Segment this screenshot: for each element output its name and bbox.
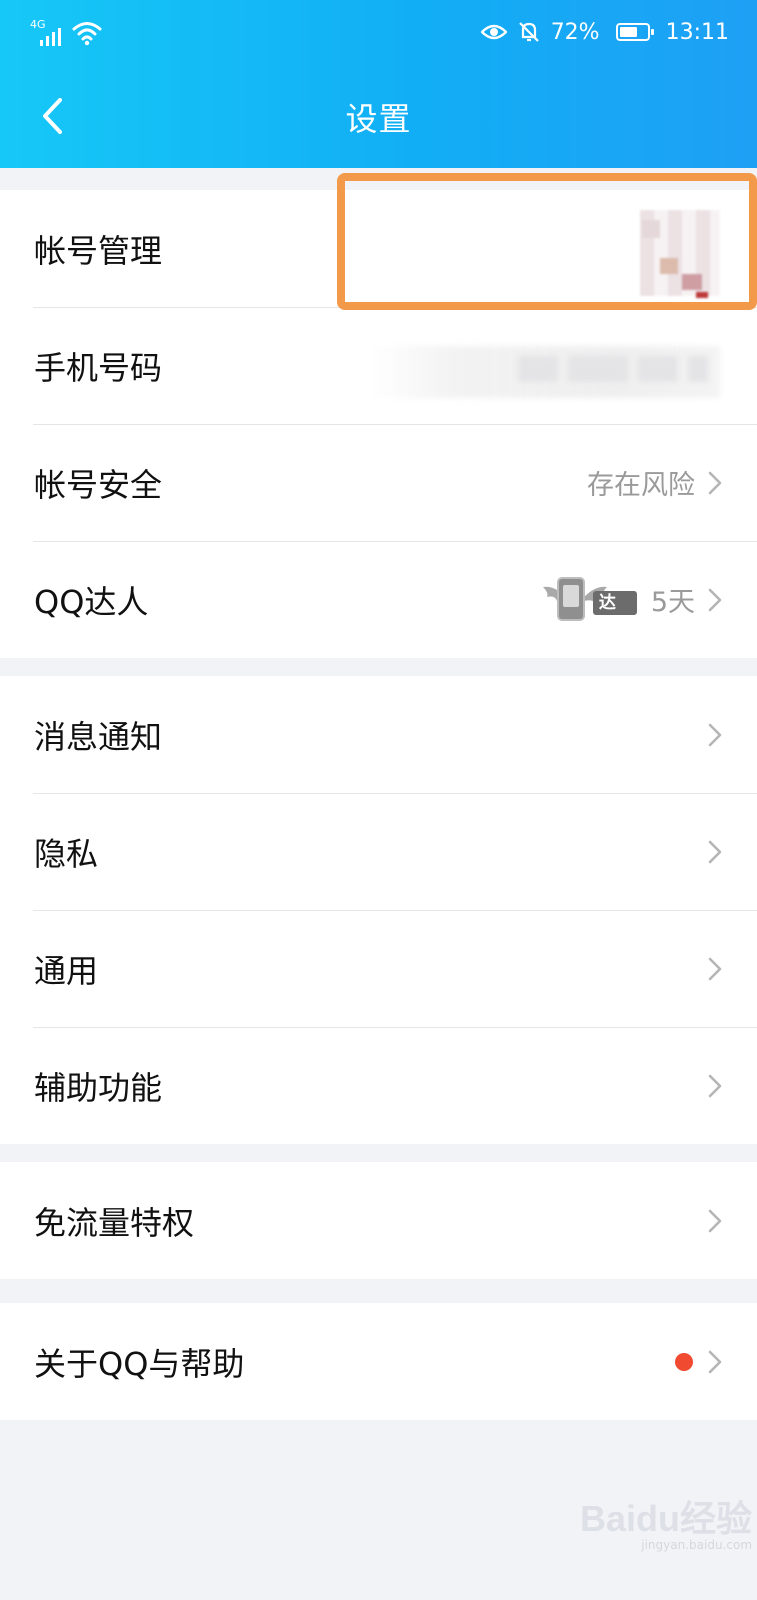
watermark-main: Baidu经验 — [580, 1498, 753, 1539]
settings-row-free-data[interactable]: 免流量特权 — [0, 1162, 757, 1279]
row-label: 隐私 — [34, 834, 99, 873]
about-group: 关于QQ与帮助 — [0, 1303, 757, 1420]
mute-bell-icon — [518, 22, 539, 42]
settings-row-general[interactable]: 通用 — [0, 910, 757, 1027]
eye-care-icon — [480, 24, 507, 40]
settings-row-notifications[interactable]: 消息通知 — [0, 676, 757, 793]
row-label: 通用 — [34, 951, 99, 990]
row-label: 帐号安全 — [34, 465, 163, 504]
chevron-right-icon — [708, 1209, 722, 1232]
signal-icon — [40, 28, 61, 46]
phone-badge-icon — [556, 576, 585, 621]
row-label: 手机号码 — [34, 348, 163, 387]
status-right: 72% 13:11 — [480, 16, 729, 48]
red-dot-badge — [675, 1352, 693, 1371]
clock: 13:11 — [665, 19, 729, 45]
settings-row-qq-daren[interactable]: QQ达人 达人 5天 — [0, 541, 757, 658]
row-label: 消息通知 — [34, 717, 163, 756]
chevron-right-icon — [708, 1074, 722, 1097]
settings-row-account-security[interactable]: 帐号安全 存在风险 — [0, 424, 757, 541]
settings-row-privacy[interactable]: 隐私 — [0, 793, 757, 910]
navigation-bar: 设置 — [0, 64, 757, 168]
row-right — [707, 1073, 723, 1099]
annotation-highlight-box — [337, 173, 757, 310]
row-label: 辅助功能 — [34, 1068, 163, 1107]
row-label: 帐号管理 — [34, 231, 163, 270]
battery-fill — [619, 27, 638, 37]
wifi-icon — [72, 22, 102, 46]
daren-badge-icon: 达人 — [541, 575, 637, 637]
chevron-right-icon — [708, 471, 722, 494]
row-label: QQ达人 — [34, 582, 149, 621]
row-label: 免流量特权 — [34, 1203, 195, 1242]
row-label: 关于QQ与帮助 — [34, 1344, 245, 1383]
row-right — [707, 839, 723, 865]
page-title: 设置 — [345, 100, 412, 138]
chevron-right-icon — [708, 1350, 722, 1373]
row-right — [675, 1349, 723, 1375]
row-right — [707, 956, 723, 982]
row-right: 存在风险 — [587, 463, 723, 502]
row-right — [707, 722, 723, 748]
row-right: 达人 5天 — [541, 575, 723, 637]
blurred-phone-number — [368, 346, 720, 398]
data-privilege-group: 免流量特权 — [0, 1162, 757, 1279]
chevron-right-icon — [708, 957, 722, 980]
daren-days: 5天 — [650, 587, 695, 618]
chevron-right-icon — [708, 723, 722, 746]
general-settings-group: 消息通知 隐私 通用 辅助功能 — [0, 676, 757, 1144]
settings-row-about-help[interactable]: 关于QQ与帮助 — [0, 1303, 757, 1420]
chevron-right-icon — [708, 840, 722, 863]
chevron-right-icon — [708, 588, 722, 611]
battery-percent: 72% — [550, 19, 600, 45]
settings-row-accessibility[interactable]: 辅助功能 — [0, 1027, 757, 1144]
battery-icon — [615, 23, 654, 41]
security-status: 存在风险 — [587, 470, 695, 501]
status-bar: 4G 72% 13:11 — [0, 0, 757, 64]
row-right — [707, 1208, 723, 1234]
baidu-jingyan-watermark: Baidu经验 jingyan.baidu.com — [580, 1490, 752, 1552]
daren-tag: 达人 — [592, 590, 637, 637]
